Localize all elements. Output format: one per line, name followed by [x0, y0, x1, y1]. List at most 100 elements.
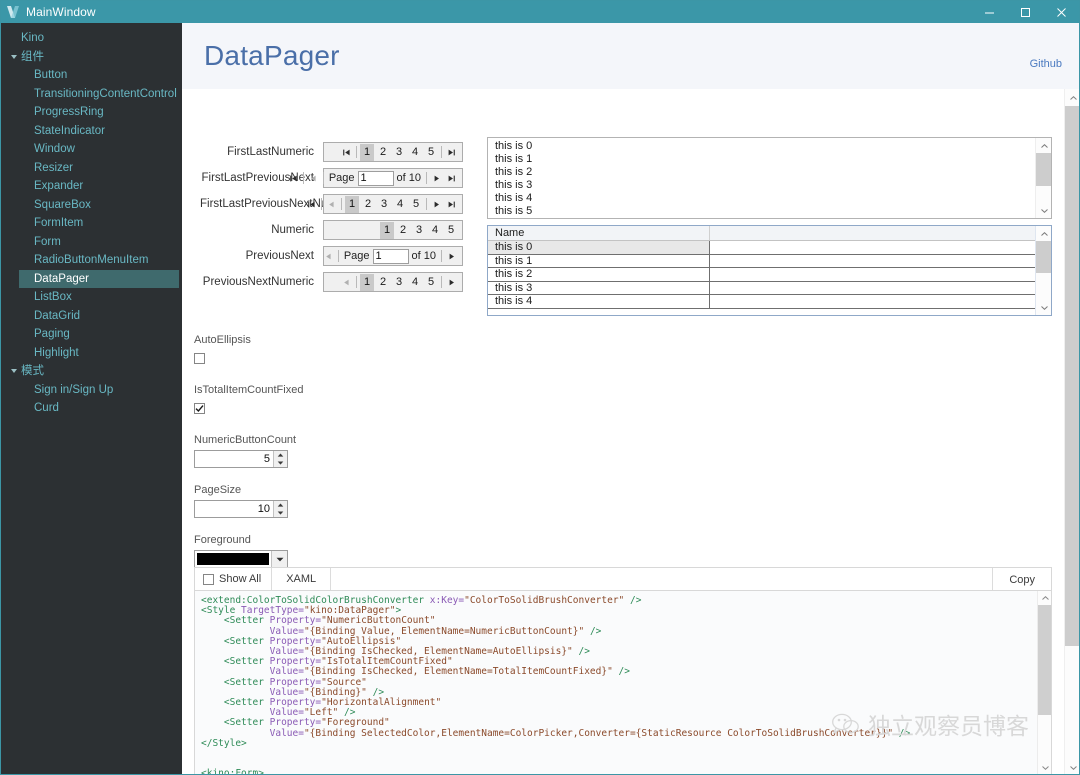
table-row[interactable]: this is 4: [488, 295, 1051, 309]
pager-next-button[interactable]: [429, 170, 444, 187]
scroll-thumb[interactable]: [1036, 241, 1051, 273]
pager-first-button[interactable]: [304, 196, 319, 213]
scroll-down-icon[interactable]: [1036, 203, 1051, 218]
foreground-color-picker[interactable]: [194, 550, 288, 568]
stepper-down-icon[interactable]: [274, 509, 287, 517]
datapager-previousnextnumeric[interactable]: 12345: [323, 272, 463, 292]
listbox[interactable]: this is 0 this is 1 this is 2 this is 3 this…: [487, 137, 1052, 219]
scroll-up-icon[interactable]: [1036, 226, 1051, 241]
sidebar-item-window[interactable]: Window: [1, 140, 182, 159]
pager-page-button[interactable]: 5: [444, 222, 458, 239]
github-link[interactable]: Github: [1030, 58, 1062, 70]
table-cell-value[interactable]: [710, 255, 1037, 268]
pager-page-button[interactable]: 1: [360, 143, 374, 161]
sidebar-item-resizer[interactable]: Resizer: [1, 159, 182, 178]
sidebar-item-stateindicator[interactable]: StateIndicator: [1, 122, 182, 141]
pager-next-button[interactable]: [429, 196, 444, 213]
table-row[interactable]: this is 0: [488, 241, 1051, 255]
pager-page-input[interactable]: [357, 170, 394, 186]
sidebar-item-datagrid[interactable]: DataGrid: [1, 307, 182, 326]
sidebar-item-progressring[interactable]: ProgressRing: [1, 103, 182, 122]
list-item[interactable]: this is 4: [488, 192, 1036, 205]
datagrid-column-header[interactable]: Name: [488, 226, 710, 240]
maximize-button[interactable]: [1007, 1, 1043, 23]
stepper-buttons[interactable]: [273, 501, 287, 517]
pager-page-button[interactable]: 5: [409, 196, 423, 213]
scroll-thumb[interactable]: [1036, 153, 1051, 186]
pager-previous-button[interactable]: [306, 170, 321, 187]
tab-xaml[interactable]: XAML: [272, 568, 332, 590]
sidebar-item-listbox[interactable]: ListBox: [1, 288, 182, 307]
list-item[interactable]: this is 1: [488, 153, 1036, 166]
table-cell-value[interactable]: [710, 282, 1037, 295]
table-cell-name[interactable]: this is 1: [488, 254, 710, 268]
stepper-buttons[interactable]: [273, 451, 287, 467]
numeric-button-count-stepper[interactable]: 5: [194, 450, 288, 468]
page-size-value[interactable]: 10: [195, 501, 273, 517]
pager-last-button[interactable]: [444, 144, 459, 161]
show-all-checkbox[interactable]: [203, 573, 214, 585]
numeric-button-count-value[interactable]: 5: [195, 451, 273, 467]
sidebar-item-squarebox[interactable]: SquareBox: [1, 196, 182, 215]
datapager-firstlastnumeric[interactable]: 12345: [323, 142, 463, 162]
sidebar-item-formitem[interactable]: FormItem: [1, 214, 182, 233]
auto-ellipsis-checkbox[interactable]: [194, 353, 205, 365]
scroll-up-icon[interactable]: [1065, 89, 1079, 106]
datapager-numeric[interactable]: 12345: [323, 220, 463, 240]
chevron-down-icon[interactable]: [271, 551, 287, 567]
scroll-thumb[interactable]: [1038, 605, 1051, 715]
scroll-down-icon[interactable]: [1038, 761, 1051, 774]
pager-page-button[interactable]: 3: [377, 196, 391, 213]
datagrid-scrollbar[interactable]: [1035, 226, 1051, 315]
pager-page-button[interactable]: 4: [408, 144, 422, 161]
main-scrollbar[interactable]: [1064, 89, 1079, 774]
pager-page-button[interactable]: 1: [345, 195, 359, 213]
pager-page-button[interactable]: 4: [408, 274, 422, 291]
pager-page-button[interactable]: 4: [428, 222, 442, 239]
sidebar-item-highlight[interactable]: Highlight: [1, 344, 182, 363]
sidebar-item-datapager[interactable]: DataPager: [19, 269, 179, 288]
table-row[interactable]: this is 2: [488, 268, 1051, 282]
scroll-up-icon[interactable]: [1036, 138, 1051, 153]
sidebar-item-[interactable]: 模式: [1, 362, 182, 381]
color-swatch[interactable]: [197, 553, 269, 565]
list-item[interactable]: this is 5: [488, 205, 1036, 218]
pager-first-button[interactable]: [339, 144, 354, 161]
table-cell-name[interactable]: this is 3: [488, 281, 710, 295]
listbox-scrollbar[interactable]: [1035, 138, 1051, 218]
pager-page-button[interactable]: 2: [376, 274, 390, 291]
sidebar-item-paging[interactable]: Paging: [1, 325, 182, 344]
scroll-down-icon[interactable]: [1036, 300, 1051, 315]
is-total-item-count-fixed-checkbox[interactable]: [194, 403, 205, 415]
sidebar-item-kino[interactable]: Kino: [1, 29, 182, 48]
scroll-thumb[interactable]: [1065, 106, 1079, 646]
minimize-button[interactable]: [971, 1, 1007, 23]
table-row[interactable]: this is 1: [488, 254, 1051, 269]
table-cell-name[interactable]: this is 2: [488, 268, 710, 281]
pager-page-button[interactable]: 5: [424, 144, 438, 161]
datagrid[interactable]: Name this is 0 this is 1 this is 2 this is …: [487, 225, 1052, 316]
stepper-down-icon[interactable]: [274, 459, 287, 467]
pager-first-button[interactable]: [286, 170, 301, 187]
pager-page-button[interactable]: 4: [393, 196, 407, 213]
list-item[interactable]: this is 3: [488, 179, 1036, 192]
table-cell-name[interactable]: this is 4: [488, 295, 710, 308]
sidebar-item-button[interactable]: Button: [1, 66, 182, 85]
expander-arrow-icon[interactable]: [11, 369, 17, 374]
table-cell-value[interactable]: [710, 268, 1037, 281]
list-item[interactable]: this is 2: [488, 166, 1036, 179]
stepper-up-icon[interactable]: [274, 451, 287, 459]
pager-page-button[interactable]: 1: [380, 221, 394, 239]
pager-next-button[interactable]: [444, 248, 459, 265]
table-row[interactable]: this is 3: [488, 281, 1051, 296]
pager-page-button[interactable]: 1: [360, 273, 374, 291]
pager-page-button[interactable]: 3: [392, 144, 406, 161]
sidebar-item-expander[interactable]: Expander: [1, 177, 182, 196]
page-size-stepper[interactable]: 10: [194, 500, 288, 518]
pager-page-button[interactable]: 5: [424, 274, 438, 291]
table-cell-value[interactable]: [710, 295, 1037, 308]
pager-previous-button[interactable]: [321, 248, 336, 265]
code-scrollbar[interactable]: [1037, 591, 1051, 774]
table-cell-value[interactable]: [710, 241, 1037, 254]
pager-page-button[interactable]: 2: [361, 196, 375, 213]
